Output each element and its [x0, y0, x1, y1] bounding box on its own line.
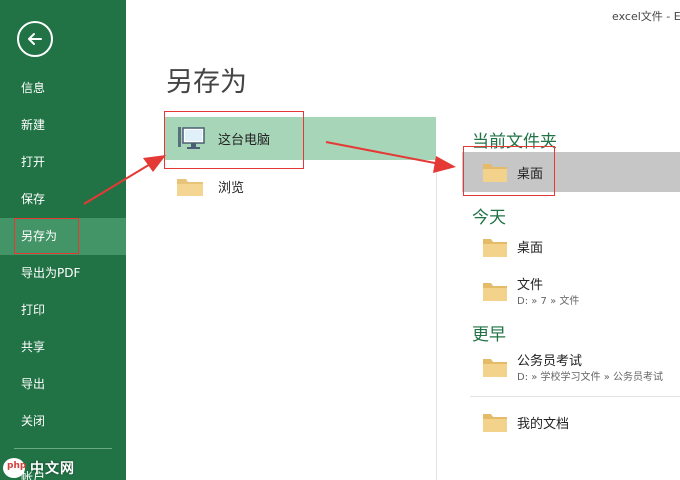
annotation-arrow-1 [83, 155, 166, 205]
annotation-arrow-2 [325, 141, 456, 173]
annotation-arrows [83, 141, 456, 205]
